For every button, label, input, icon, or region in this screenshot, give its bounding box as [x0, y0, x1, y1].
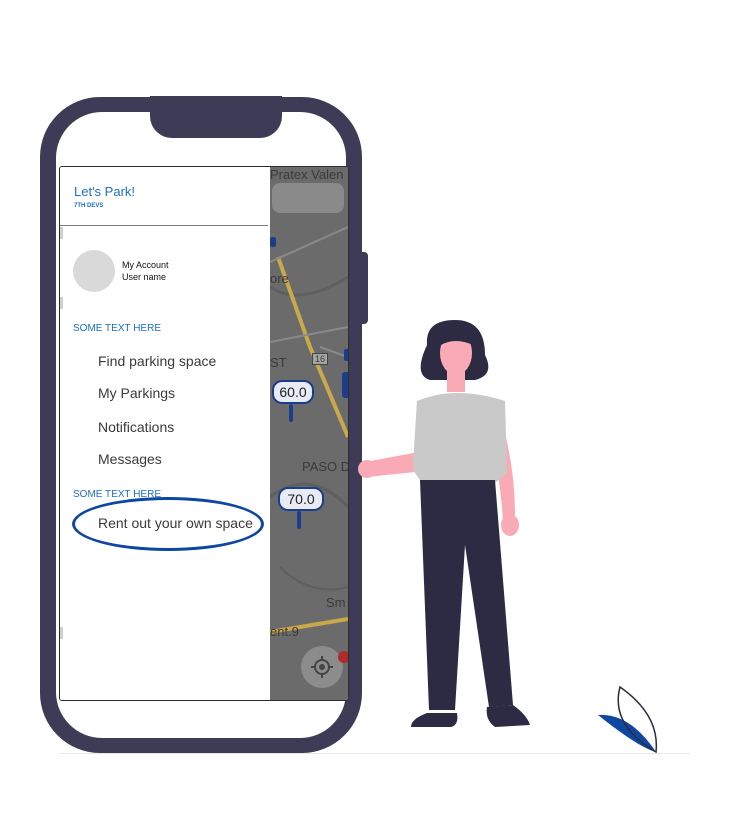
map-place-label: Pratex Valen — [270, 167, 344, 182]
map-place-label: ST — [270, 355, 287, 370]
menu-item-messages[interactable]: Messages — [98, 451, 162, 467]
drawer-divider — [60, 225, 268, 226]
map-place-label: PASO D — [302, 459, 348, 474]
map-place-label: ent.9 — [270, 624, 299, 639]
menu-item-notifications[interactable]: Notifications — [98, 419, 174, 435]
map-roads — [270, 167, 348, 700]
price-marker[interactable]: 60.0 — [272, 380, 314, 404]
app-title: Let's Park! — [74, 184, 136, 199]
avatar[interactable] — [73, 250, 115, 292]
price-marker-pin — [289, 404, 293, 422]
menu-item-my-parkings[interactable]: My Parkings — [98, 385, 175, 401]
highlight-ring — [72, 497, 264, 551]
leaf-decoration — [598, 685, 658, 754]
woman-illustration — [358, 320, 530, 727]
drawer-edge-mark — [60, 297, 63, 309]
navigation-drawer: Let's Park! 7TH DEVS My Account User nam… — [60, 167, 270, 700]
app-subtitle: 7TH DEVS — [74, 203, 104, 209]
phone-side-button — [360, 252, 368, 324]
drawer-edge-mark — [60, 227, 63, 239]
price-marker-pin — [297, 511, 301, 529]
map-view[interactable]: Pratex Valen ore ST 16 PASO D Sm ent.9 6… — [270, 167, 348, 700]
drawer-edge-mark — [60, 627, 63, 639]
phone-notch — [150, 96, 282, 138]
locate-icon[interactable] — [310, 655, 334, 679]
road-number-badge: 16 — [312, 353, 329, 365]
menu-item-find-parking[interactable]: Find parking space — [98, 353, 216, 369]
app-screenshot: Pratex Valen ore ST 16 PASO D Sm ent.9 6… — [59, 166, 349, 701]
section-header: SOME TEXT HERE — [73, 323, 161, 334]
price-marker[interactable]: 70.0 — [278, 487, 324, 511]
username-label: User name — [122, 272, 167, 282]
map-place-label: ore — [270, 271, 289, 286]
my-account-link[interactable]: My Account — [122, 260, 169, 270]
map-place-label: Sm — [326, 595, 346, 610]
